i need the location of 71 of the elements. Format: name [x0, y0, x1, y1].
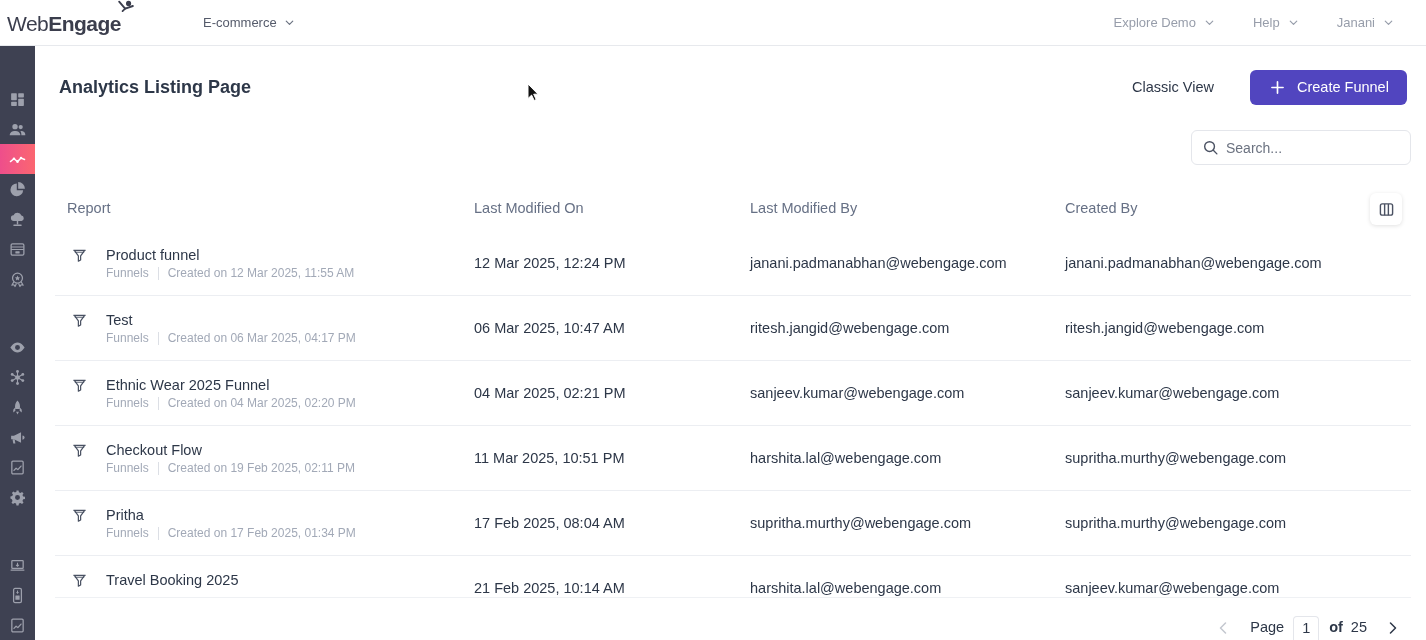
funnel-icon	[72, 443, 87, 458]
page-title: Analytics Listing Page	[59, 76, 252, 99]
created-date: Created on 04 Mar 2025, 02:20 PM	[167, 395, 356, 411]
created-date: Created on 17 Feb 2025, 01:34 PM	[167, 525, 356, 541]
created-date: Created on 19 Feb 2025, 02:11 PM	[167, 460, 355, 476]
table-cell: sanjeev.kumar@webengage.com	[750, 385, 965, 401]
table-cell: janani.padmanabhan@webengage.com	[1065, 255, 1322, 271]
award-badge-icon	[9, 270, 26, 288]
search-field[interactable]: Search...	[1191, 130, 1411, 165]
logo[interactable]: WebEngage	[7, 12, 121, 35]
table-cell: ritesh.jangid@webengage.com	[750, 320, 950, 336]
report-name[interactable]: Travel Booking 2025	[106, 570, 239, 590]
table-cell: sanjeev.kumar@webengage.com	[1065, 385, 1280, 401]
table-cell: 21 Feb 2025, 10:14 AM	[474, 580, 625, 596]
chevron-right-icon[interactable]	[1389, 622, 1397, 634]
table-cell: 12 Mar 2025, 12:24 PM	[474, 255, 626, 271]
workspace-dropdown[interactable]: E-commerce	[203, 12, 296, 33]
column-header: Report	[67, 199, 111, 219]
gear-icon	[9, 488, 26, 506]
table-cell: 17 Feb 2025, 08:04 AM	[474, 515, 625, 531]
table-cell: janani.padmanabhan@webengage.com	[750, 255, 1007, 271]
funnel-icon	[72, 573, 87, 588]
table-cell: 11 Mar 2025, 10:51 PM	[474, 450, 625, 466]
nav-button[interactable]	[0, 144, 35, 174]
columns-icon	[1378, 201, 1394, 217]
report-type: Funnels	[106, 460, 149, 476]
report-name[interactable]: Ethnic Wear 2025 Funnel	[106, 375, 356, 395]
report-name[interactable]: Checkout Flow	[106, 440, 355, 460]
created-date: Created on 12 Mar 2025, 11:55 AM	[167, 265, 355, 281]
table-cell: supritha.murthy@webengage.com	[1065, 450, 1287, 466]
logo-mark-icon	[117, 0, 135, 12]
chart-icon	[9, 458, 26, 476]
table-cell: 06 Mar 2025, 10:47 AM	[474, 320, 625, 336]
page-total: 25	[1350, 618, 1367, 638]
plus-icon	[1271, 81, 1284, 94]
create-funnel-button[interactable]: Create Funnel	[1250, 70, 1407, 105]
page-of-label: of	[1329, 618, 1343, 638]
dashboard-icon	[9, 90, 26, 108]
report-type: Funnels	[106, 330, 149, 346]
report-icon	[9, 616, 26, 634]
mouse-cursor-icon	[527, 83, 538, 101]
column-header: Created By	[1065, 199, 1138, 219]
table-cell: supritha.murthy@webengage.com	[750, 515, 972, 531]
table-cell: sanjeev.kumar@webengage.com	[1065, 580, 1280, 596]
table-cell: harshita.lal@webengage.com	[750, 450, 942, 466]
table-cell: harshita.lal@webengage.com	[750, 580, 942, 596]
report-type: Funnels	[106, 395, 149, 411]
table-cell: 04 Mar 2025, 02:21 PM	[474, 385, 626, 401]
cloud-icon	[9, 210, 26, 228]
column-header: Last Modified On	[474, 199, 584, 219]
funnel-icon	[72, 313, 87, 328]
report-type: Funnels	[106, 265, 149, 281]
report-name[interactable]: Pritha	[106, 505, 356, 525]
column-settings-button[interactable]	[1370, 193, 1402, 225]
folder-icon	[9, 240, 26, 258]
created-date: Created on 06 Mar 2025, 04:17 PM	[167, 330, 356, 346]
report-type: Funnels	[106, 525, 149, 541]
pie-chart-icon	[9, 180, 26, 198]
table-cell: supritha.murthy@webengage.com	[1065, 515, 1287, 531]
page-number-field[interactable]: 1	[1293, 616, 1320, 640]
funnel-icon	[72, 248, 87, 263]
report-name[interactable]: Test	[106, 310, 356, 330]
report-name[interactable]: Product funnel	[106, 245, 355, 265]
page-label: Page	[1250, 618, 1285, 638]
funnel-icon	[72, 378, 87, 393]
column-header: Last Modified By	[750, 199, 858, 219]
network-icon	[9, 368, 26, 386]
search-icon	[1203, 140, 1218, 155]
table-cell: ritesh.jangid@webengage.com	[1065, 320, 1265, 336]
funnel-icon	[72, 508, 87, 523]
classic-view-button[interactable]: Classic View	[1132, 76, 1214, 99]
